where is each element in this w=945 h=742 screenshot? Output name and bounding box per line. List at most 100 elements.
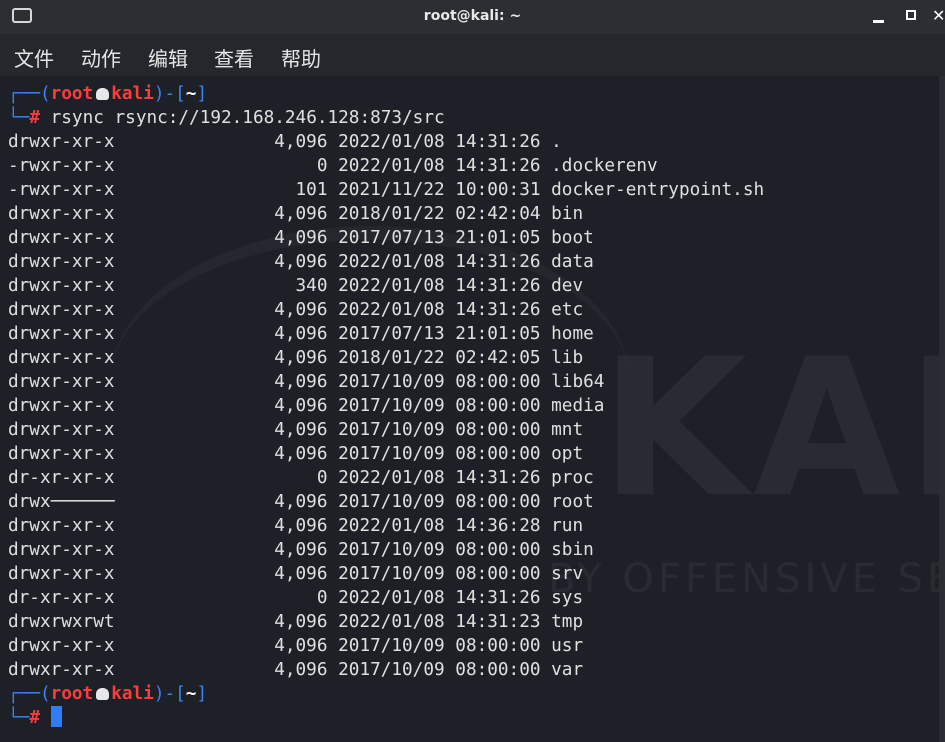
listing-permissions: drwxr-xr-x (8, 204, 115, 224)
listing-filename: .dockerenv (551, 156, 658, 176)
listing-filename: srv (551, 564, 584, 584)
listing-permissions: drwxr-xr-x (8, 420, 115, 440)
title-bar: root@kali: ~ ✕ (0, 0, 945, 34)
listing-permissions: drwxr-xr-x (8, 300, 115, 320)
listing-time: 21:01:05 (455, 324, 541, 344)
listing-permissions: -rwxr-xr-x (8, 180, 115, 200)
listing-filename: proc (551, 468, 594, 488)
listing-size: 4,096 (274, 612, 328, 632)
listing-permissions: drwxr-xr-x (8, 636, 115, 656)
listing-date: 2017/10/09 (338, 396, 445, 416)
kali-watermark-tagline: BY OFFENSIVE SECURITY (548, 556, 945, 602)
listing-time: 02:42:05 (455, 348, 541, 368)
listing-date: 2017/10/09 (338, 564, 445, 584)
listing-filename: root (551, 492, 594, 512)
listing-permissions: drwxr-xr-x (8, 396, 115, 416)
listing-row: drwxr-xr-x 4,096 2022/01/08 14:31:26 . (8, 130, 562, 154)
listing-time: 14:31:26 (455, 300, 541, 320)
scrollbar[interactable] (939, 76, 945, 742)
listing-permissions: drwxr-xr-x (8, 564, 115, 584)
listing-row: drwxr-xr-x 4,096 2017/10/09 08:00:00 lib… (8, 370, 604, 394)
command-line: └─# rsync rsync://192.168.246.128:873/sr… (8, 108, 445, 128)
listing-filename: docker-entrypoint.sh (551, 180, 765, 200)
listing-date: 2017/10/09 (338, 540, 445, 560)
listing-permissions: drwxr-xr-x (8, 324, 115, 344)
menu-actions[interactable]: 动作 (81, 43, 121, 72)
menu-edit[interactable]: 编辑 (148, 43, 188, 72)
listing-date: 2022/01/08 (338, 612, 445, 632)
listing-time: 08:00:00 (455, 396, 541, 416)
listing-time: 08:00:00 (455, 564, 541, 584)
listing-filename: lib64 (551, 372, 605, 392)
listing-date: 2017/10/09 (338, 636, 445, 656)
listing-time: 21:01:05 (455, 228, 541, 248)
listing-time: 14:36:28 (455, 516, 541, 536)
maximize-button[interactable] (900, 6, 922, 26)
close-button[interactable]: ✕ (932, 6, 945, 26)
listing-permissions: drwxr-xr-x (8, 444, 115, 464)
terminal-output[interactable]: KALI BY OFFENSIVE SECURITY ┌──(rootkali)… (0, 76, 945, 742)
listing-date: 2018/01/22 (338, 348, 445, 368)
listing-date: 2017/10/09 (338, 372, 445, 392)
listing-size: 4,096 (274, 444, 328, 464)
listing-filename: mnt (551, 420, 584, 440)
listing-filename: usr (551, 636, 584, 656)
listing-filename: var (551, 660, 584, 680)
listing-row: drwxr-xr-x 4,096 2018/01/22 02:42:05 lib (8, 346, 583, 370)
listing-permissions: drwxr-xr-x (8, 252, 115, 272)
listing-row: drwxr-xr-x 4,096 2017/10/09 08:00:00 opt (8, 442, 583, 466)
listing-row: drwxr-xr-x 4,096 2017/10/09 08:00:00 med… (8, 394, 604, 418)
listing-date: 2022/01/08 (338, 516, 445, 536)
menu-file[interactable]: 文件 (14, 43, 54, 72)
listing-time: 14:31:26 (455, 132, 541, 152)
listing-time: 08:00:00 (455, 636, 541, 656)
listing-size: 4,096 (274, 540, 328, 560)
listing-row: drwxrwxrwt 4,096 2022/01/08 14:31:23 tmp (8, 610, 583, 634)
listing-row: dr-xr-xr-x 0 2022/01/08 14:31:26 sys (8, 586, 583, 610)
listing-permissions: dr-xr-xr-x (8, 468, 115, 488)
input-line[interactable]: └─# (8, 706, 62, 730)
listing-filename: bin (551, 204, 584, 224)
listing-row: drwx────── 4,096 2017/10/09 08:00:00 roo… (8, 490, 594, 514)
listing-permissions: -rwxr-xr-x (8, 156, 115, 176)
listing-filename: data (551, 252, 594, 272)
listing-date: 2022/01/08 (338, 468, 445, 488)
listing-time: 14:31:26 (455, 588, 541, 608)
listing-time: 14:31:26 (455, 468, 541, 488)
listing-size: 4,096 (274, 636, 328, 656)
listing-filename: sbin (551, 540, 594, 560)
listing-size: 4,096 (274, 372, 328, 392)
listing-filename: tmp (551, 612, 584, 632)
listing-filename: . (551, 132, 562, 152)
listing-date: 2022/01/08 (338, 132, 445, 152)
listing-date: 2022/01/08 (338, 588, 445, 608)
listing-filename: run (551, 516, 584, 536)
listing-filename: opt (551, 444, 584, 464)
listing-size: 4,096 (274, 228, 328, 248)
listing-size: 4,096 (274, 324, 328, 344)
listing-permissions: drwxr-xr-x (8, 132, 115, 152)
listing-row: drwxr-xr-x 4,096 2017/07/13 21:01:05 boo… (8, 226, 594, 250)
menu-help[interactable]: 帮助 (281, 43, 321, 72)
listing-row: drwxr-xr-x 4,096 2017/10/09 08:00:00 usr (8, 634, 583, 658)
minimize-button[interactable] (868, 6, 890, 26)
listing-size: 4,096 (274, 252, 328, 272)
listing-date: 2017/10/09 (338, 660, 445, 680)
listing-size: 4,096 (274, 132, 328, 152)
listing-row: dr-xr-xr-x 0 2022/01/08 14:31:26 proc (8, 466, 594, 490)
listing-filename: etc (551, 300, 584, 320)
menu-view[interactable]: 查看 (214, 43, 254, 72)
listing-size: 4,096 (274, 492, 328, 512)
listing-size: 4,096 (274, 516, 328, 536)
listing-filename: sys (551, 588, 584, 608)
listing-time: 14:31:26 (455, 156, 541, 176)
listing-row: drwxr-xr-x 4,096 2022/01/08 14:31:26 dat… (8, 250, 594, 274)
listing-date: 2017/10/09 (338, 420, 445, 440)
listing-time: 08:00:00 (455, 444, 541, 464)
listing-permissions: drwxrwxrwt (8, 612, 115, 632)
listing-size: 4,096 (274, 396, 328, 416)
listing-row: drwxr-xr-x 4,096 2022/01/08 14:31:26 etc (8, 298, 583, 322)
listing-size: 4,096 (274, 564, 328, 584)
listing-row: drwxr-xr-x 4,096 2018/01/22 02:42:04 bin (8, 202, 583, 226)
listing-filename: boot (551, 228, 594, 248)
